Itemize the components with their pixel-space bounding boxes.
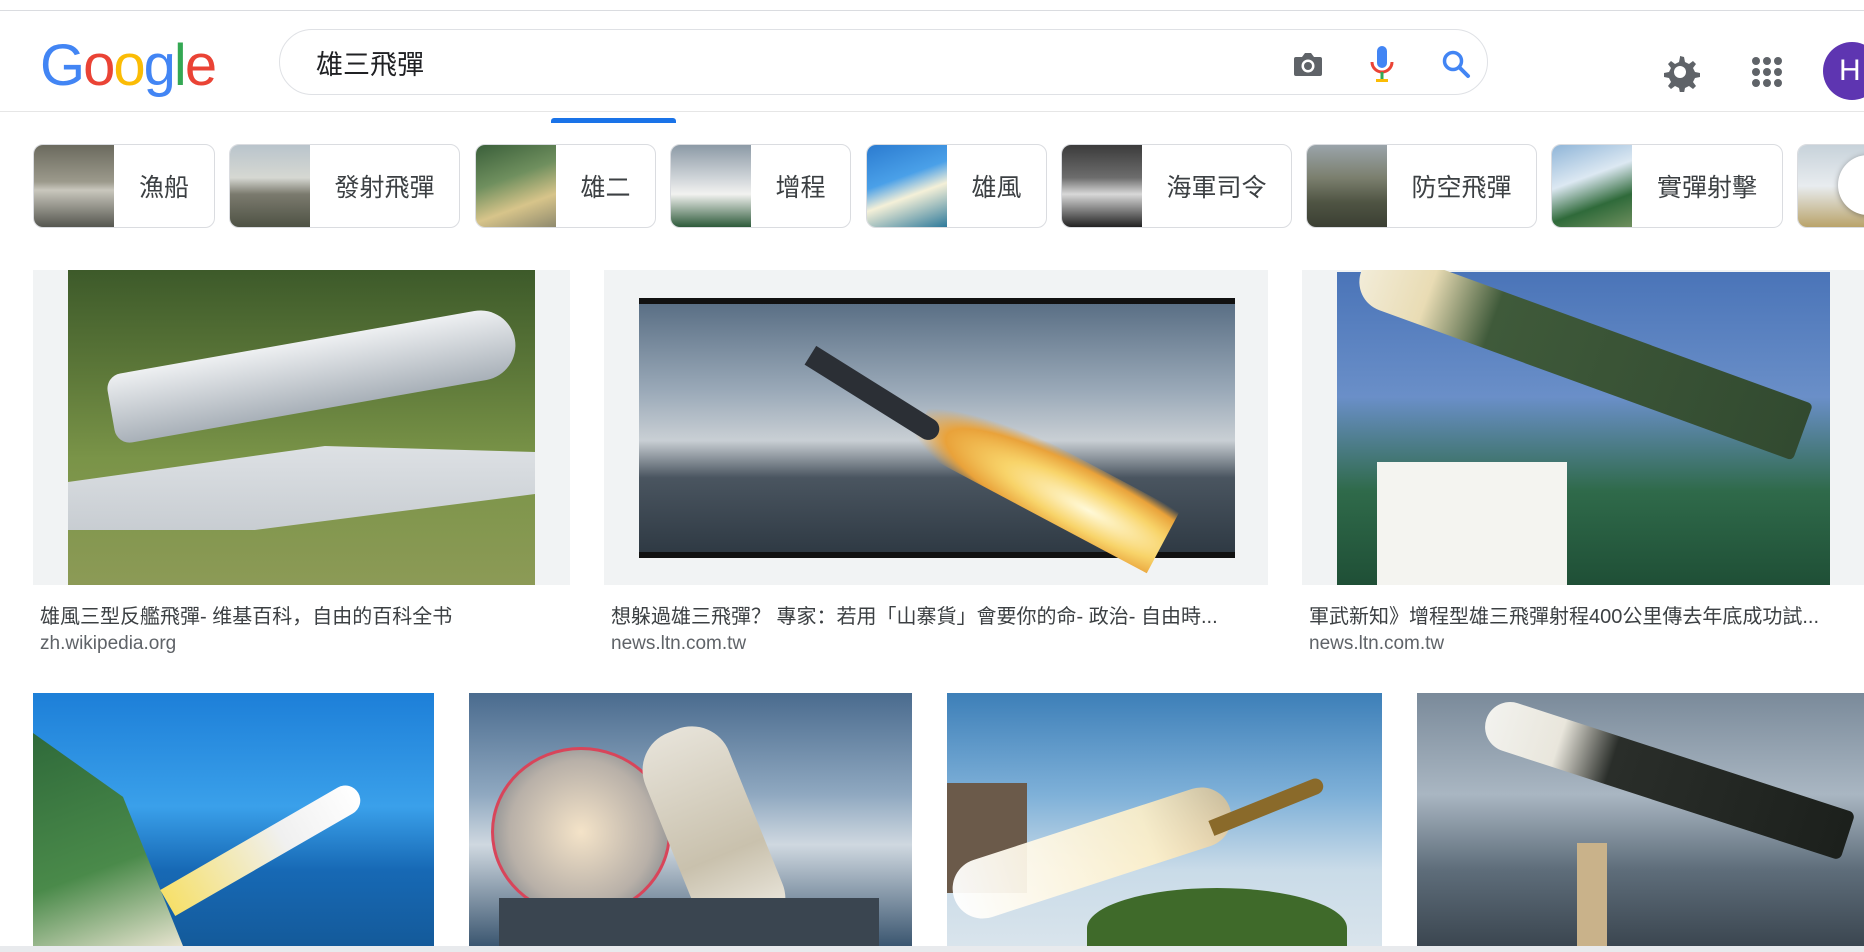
chip-label: 海軍司令 bbox=[1166, 174, 1267, 202]
google-logo[interactable]: Google bbox=[40, 31, 217, 101]
result-image bbox=[1417, 693, 1864, 946]
result-site: news.ltn.com.tw bbox=[611, 633, 747, 654]
image-result[interactable] bbox=[33, 693, 434, 946]
bottom-edge bbox=[0, 946, 1864, 952]
info-placard bbox=[1377, 462, 1567, 585]
image-result[interactable] bbox=[947, 693, 1382, 946]
result-image bbox=[1337, 270, 1830, 585]
result-image-frame bbox=[1302, 270, 1864, 585]
missile-exhaust-flame bbox=[908, 384, 1180, 574]
microphone-icon[interactable] bbox=[1364, 46, 1400, 82]
avatar-letter: H bbox=[1839, 54, 1861, 87]
chip-label: 發射飛彈 bbox=[334, 174, 435, 202]
search-header: Google H bbox=[0, 11, 1864, 123]
chip-label: 防空飛彈 bbox=[1411, 174, 1512, 202]
apps-grid-icon[interactable] bbox=[1743, 48, 1791, 96]
result-site: zh.wikipedia.org bbox=[40, 633, 177, 654]
chip-thumbnail bbox=[1062, 145, 1142, 227]
logo-letter: o bbox=[113, 33, 145, 98]
result-image bbox=[68, 270, 535, 585]
missile-silhouette bbox=[160, 780, 366, 916]
chip-hsiung-feng[interactable]: 雄風 bbox=[866, 144, 1047, 228]
result-image bbox=[33, 693, 434, 946]
warship-silhouette bbox=[499, 898, 879, 946]
missile-model bbox=[1478, 695, 1856, 861]
chip-thumbnail bbox=[34, 145, 114, 227]
image-result[interactable]: 軍武新知》增程型雄三飛彈射程400公里傳去年底成功試... news.ltn.c… bbox=[1302, 270, 1864, 662]
chip-thumbnail bbox=[1552, 145, 1632, 227]
result-image bbox=[469, 693, 912, 946]
missile-model bbox=[1350, 270, 1814, 461]
result-image-frame bbox=[33, 270, 570, 585]
chip-thumbnail bbox=[230, 145, 310, 227]
logo-letter: e bbox=[184, 33, 217, 98]
chip-extended-range[interactable]: 增程 bbox=[670, 144, 851, 228]
chip-hsiung-2[interactable]: 雄二 bbox=[475, 144, 656, 228]
image-result[interactable] bbox=[469, 693, 912, 946]
missile-silhouette bbox=[804, 345, 944, 445]
search-box bbox=[279, 29, 1488, 95]
chip-thumbnail bbox=[1307, 145, 1387, 227]
related-search-chips: 漁船 發射飛彈 雄二 增程 雄風 海軍司令 防空飛彈 實彈射擊 bbox=[0, 144, 1864, 228]
logo-letter: o bbox=[83, 33, 115, 98]
active-tab-indicator bbox=[551, 118, 676, 123]
chip-fishing-boat[interactable]: 漁船 bbox=[33, 144, 215, 228]
image-result[interactable] bbox=[1417, 693, 1864, 946]
logo-letter: g bbox=[143, 33, 176, 98]
result-image bbox=[639, 298, 1235, 574]
missile-body bbox=[105, 304, 521, 446]
gear-icon[interactable] bbox=[1656, 48, 1704, 96]
result-image-frame bbox=[604, 270, 1268, 585]
chip-thumbnail bbox=[671, 145, 751, 227]
result-site: news.ltn.com.tw bbox=[1309, 633, 1445, 654]
avatar[interactable]: H bbox=[1823, 42, 1864, 100]
chip-live-fire[interactable]: 實彈射擊 bbox=[1551, 144, 1783, 228]
hillside bbox=[1087, 888, 1347, 946]
image-result[interactable]: 想躲過雄三飛彈？ 專家：若用「山寨貨」會要你的命- 政治- 自由時... new… bbox=[604, 270, 1268, 662]
logo-letter: l bbox=[173, 33, 187, 98]
result-title: 想躲過雄三飛彈？ 專家：若用「山寨貨」會要你的命- 政治- 自由時... bbox=[611, 606, 1218, 628]
display-pedestal bbox=[1577, 843, 1607, 946]
result-title: 軍武新知》增程型雄三飛彈射程400公里傳去年底成功試... bbox=[1309, 606, 1820, 628]
coastline bbox=[33, 733, 183, 946]
image-result[interactable]: 雄風三型反艦飛彈- 维基百科，自由的百科全书 zh.wikipedia.org bbox=[33, 270, 570, 662]
logo-letter: G bbox=[40, 33, 85, 98]
chip-thumbnail bbox=[867, 145, 947, 227]
result-image bbox=[947, 693, 1382, 946]
search-input[interactable] bbox=[316, 42, 1216, 82]
search-icon[interactable] bbox=[1438, 46, 1474, 82]
chip-label: 雄二 bbox=[580, 174, 631, 202]
chip-label: 雄風 bbox=[971, 174, 1022, 202]
camera-icon[interactable] bbox=[1290, 46, 1326, 82]
chip-thumbnail bbox=[476, 145, 556, 227]
sky-and-sea bbox=[639, 304, 1235, 574]
chip-launch-missile[interactable]: 發射飛彈 bbox=[229, 144, 460, 228]
result-title: 雄風三型反艦飛彈- 维基百科，自由的百科全书 bbox=[40, 606, 453, 628]
chip-air-defense-missile[interactable]: 防空飛彈 bbox=[1306, 144, 1537, 228]
chip-label: 漁船 bbox=[138, 174, 189, 202]
chip-navy-commander[interactable]: 海軍司令 bbox=[1061, 144, 1292, 228]
chip-label: 實彈射擊 bbox=[1656, 174, 1757, 202]
chip-label: 增程 bbox=[775, 174, 826, 202]
browser-top-edge bbox=[0, 0, 1864, 11]
